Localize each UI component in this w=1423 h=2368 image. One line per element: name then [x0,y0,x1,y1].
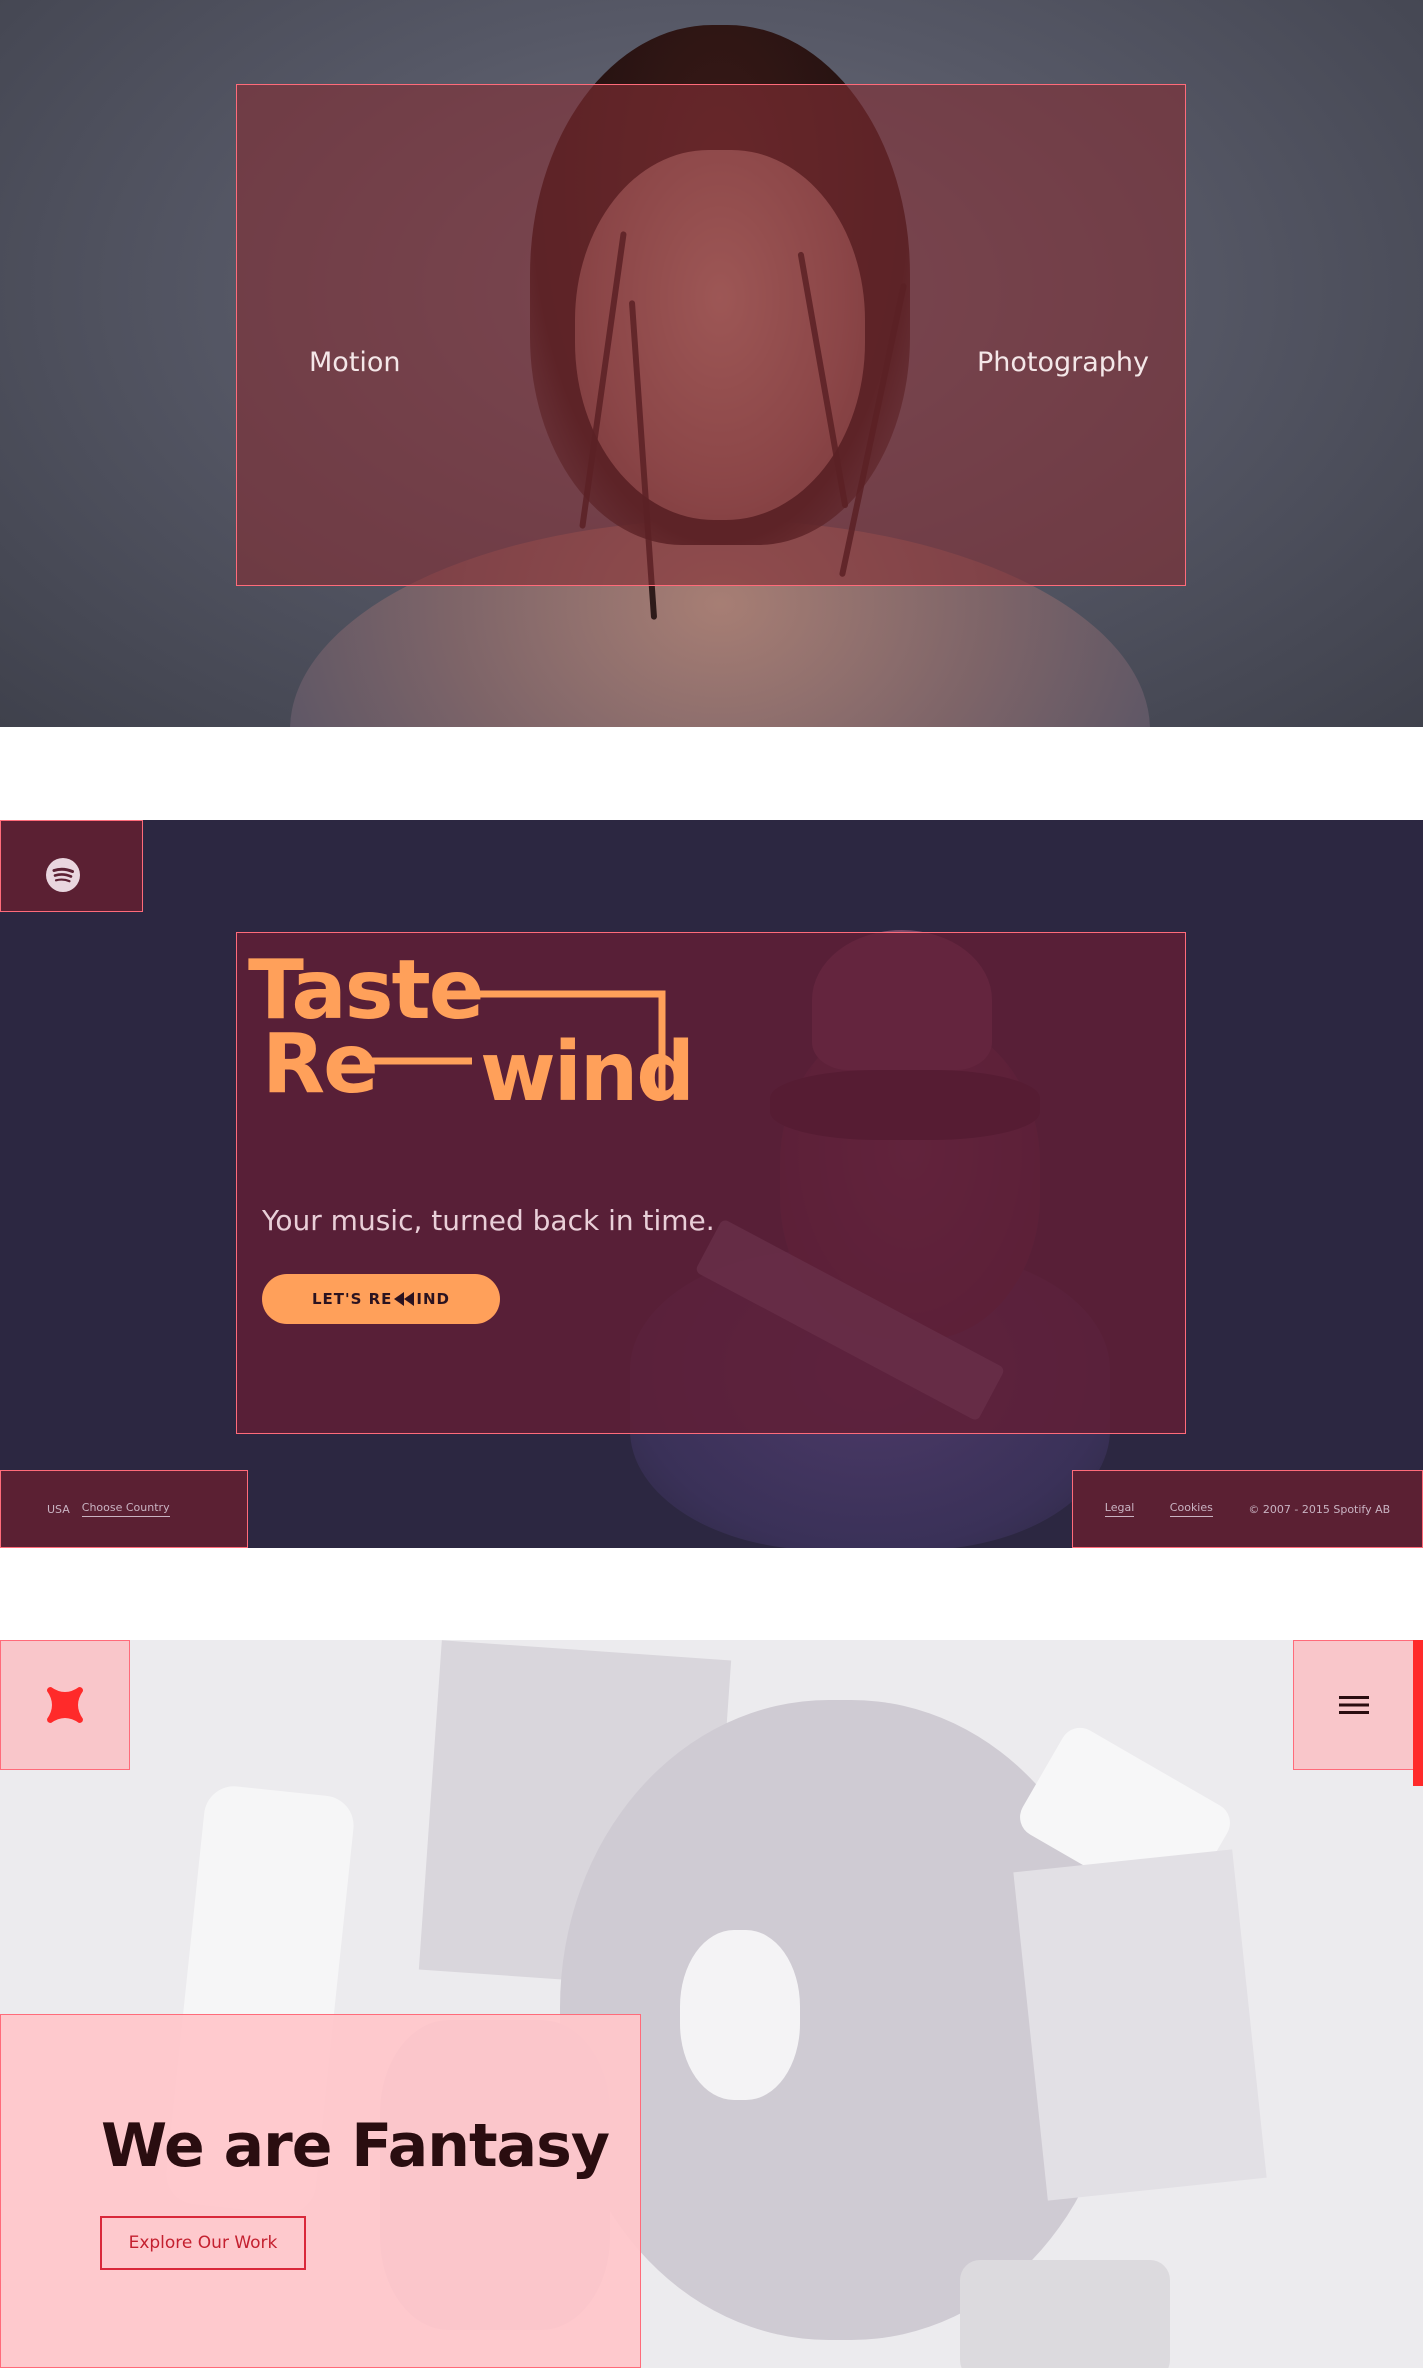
footer-legal: Legal Cookies © 2007 - 2015 Spotify AB [1072,1470,1423,1548]
motion-link[interactable]: Motion [309,347,401,378]
cta-prefix: LET'S RE [311,1290,393,1308]
rewind-icon [394,1292,415,1306]
copyright: © 2007 - 2015 Spotify AB [1248,1502,1391,1516]
cookies-link[interactable]: Cookies [1169,1501,1213,1517]
fantasy-logo-box[interactable] [0,1640,130,1770]
legal-link[interactable]: Legal [1104,1501,1135,1517]
lets-rewind-button[interactable]: LET'S RE IND [262,1274,500,1324]
rewind-line-graphic [364,990,666,1098]
country-label: USA [47,1502,70,1516]
fantasy-logo-icon[interactable] [43,1683,87,1727]
spotify-logo-icon[interactable] [46,858,80,892]
explore-our-work-button[interactable]: Explore Our Work [100,2216,306,2270]
spotify-logo-box[interactable] [0,820,143,912]
motion-photography-section: Motion Photography [0,0,1423,727]
bg-apple-logo-shape [680,1930,800,2100]
scroll-indicator[interactable] [1413,1640,1423,1786]
bg-notebook-shape [1013,1849,1267,2201]
hamburger-menu-icon[interactable] [1338,1693,1370,1717]
fantasy-section: We are Fantasy Explore Our Work [0,1640,1423,2368]
footer-country: USA Choose Country [0,1470,248,1548]
menu-button[interactable] [1293,1640,1414,1770]
motion-photography-card: Motion Photography [236,84,1186,586]
taste-rewind-logotype: Taste Re wind [248,950,695,1114]
choose-country-link[interactable]: Choose Country [81,1501,170,1517]
taste-rewind-section: Taste Re wind Your music, turned back in… [0,820,1423,1548]
hero-title: We are Fantasy [101,2111,610,2181]
photography-link[interactable]: Photography [977,347,1149,378]
cta-suffix: IND [416,1290,451,1308]
bg-device-shape [960,2260,1170,2368]
tagline: Your music, turned back in time. [262,1204,715,1237]
fantasy-hero-card: We are Fantasy Explore Our Work [0,2014,641,2368]
